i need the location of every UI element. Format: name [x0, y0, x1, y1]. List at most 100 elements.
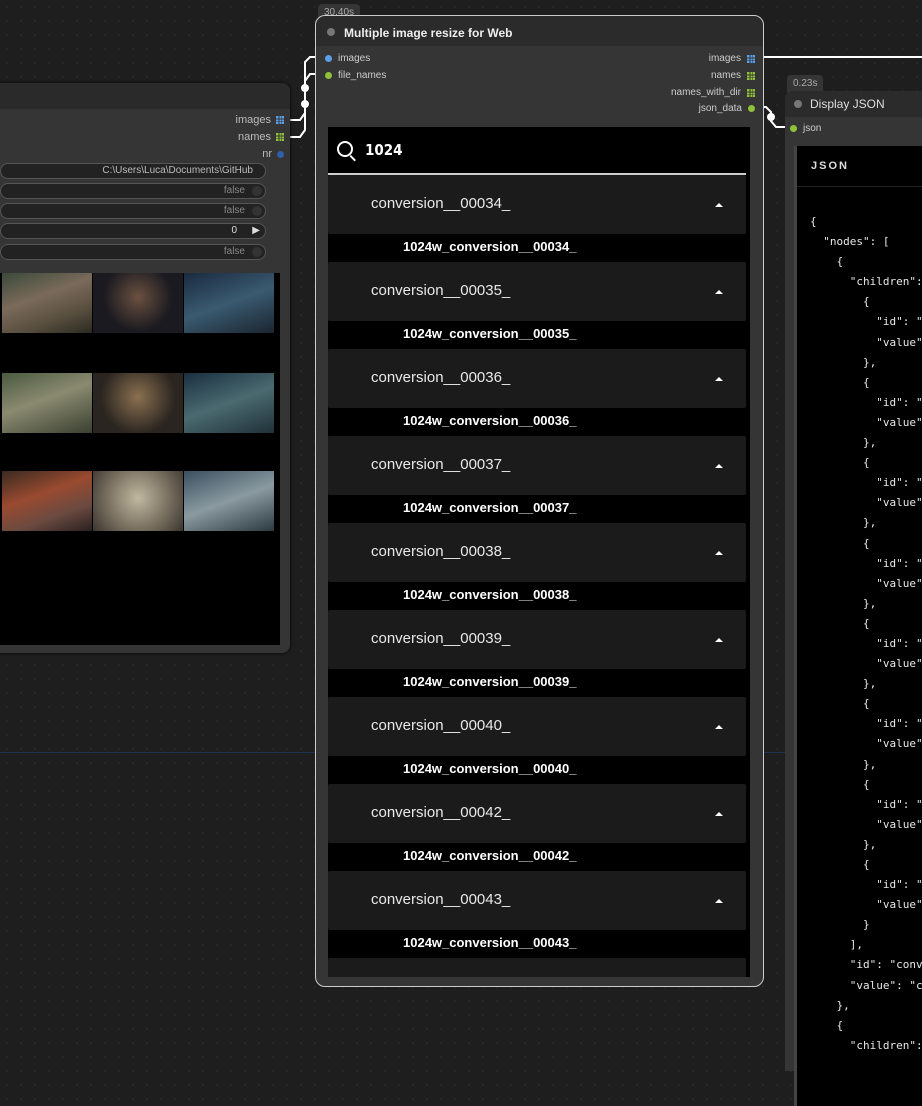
accordion-header[interactable]: conversion__00043_ [328, 871, 746, 930]
input-file-names[interactable]: file_names [325, 70, 386, 81]
json-code-line: "value" [810, 415, 922, 429]
json-code-line: "id": " [810, 878, 922, 892]
output-names[interactable]: names [238, 131, 284, 143]
slot-dot-icon[interactable] [748, 105, 755, 112]
output-names[interactable]: names [711, 70, 755, 81]
output-nr[interactable]: nr [262, 148, 284, 160]
chevron-up-icon[interactable] [715, 638, 723, 642]
accordion-header[interactable]: conversion__00039_ [328, 610, 746, 669]
child-item[interactable]: 1024w_conversion__00042_ [403, 848, 576, 863]
accordion-header[interactable] [328, 958, 746, 977]
node-titlebar[interactable] [0, 83, 290, 109]
node-status-icon[interactable] [794, 100, 802, 108]
child-item[interactable]: 1024w_conversion__00034_ [403, 239, 576, 254]
json-code-line: { [810, 697, 870, 711]
json-code-line: "id": " [810, 395, 922, 409]
child-item[interactable]: 1024w_conversion__00037_ [403, 500, 576, 515]
json-code-line: "id": " [810, 717, 922, 731]
grid-slot-icon[interactable] [747, 88, 755, 97]
input-images[interactable]: images [325, 53, 370, 64]
increment-arrow-icon[interactable]: ▶ [252, 225, 260, 236]
accordion-header[interactable]: conversion__00036_ [328, 349, 746, 408]
slot-dot-icon[interactable] [277, 150, 284, 158]
image-resize-node[interactable]: Multiple image resize for Web images fil… [315, 15, 764, 987]
slot-dot-icon[interactable] [325, 72, 332, 79]
node-status-icon[interactable] [327, 28, 335, 36]
grid-slot-icon[interactable] [747, 54, 755, 63]
output-images[interactable]: images [236, 114, 284, 126]
slot-dot-icon[interactable] [325, 55, 332, 62]
path-input[interactable]: C:\Users\Luca\Documents\GitHub [0, 163, 266, 179]
thumbnail-image[interactable] [2, 373, 92, 433]
json-code: { "nodes": [ { "children": { "id": " "va… [810, 212, 922, 1056]
chevron-up-icon[interactable] [715, 464, 723, 468]
chevron-up-icon[interactable] [715, 290, 723, 294]
chevron-up-icon[interactable] [715, 812, 723, 816]
search-input[interactable]: 1024 [365, 141, 403, 159]
toggle-2[interactable]: false [0, 203, 266, 219]
thumbnail-image[interactable] [93, 471, 183, 531]
grid-slot-icon[interactable] [747, 71, 755, 80]
slot-dot-icon[interactable] [790, 125, 797, 132]
grid-slot-icon[interactable] [276, 116, 284, 124]
child-item[interactable]: 1024w_conversion__00043_ [403, 935, 576, 950]
thumbnail-image[interactable] [184, 471, 274, 531]
thumbnail-image[interactable] [184, 273, 274, 333]
child-item[interactable]: 1024w_conversion__00035_ [403, 326, 576, 341]
image-loader-node[interactable]: images names nr C:\Users\Luca\Documents\… [0, 83, 290, 653]
accordion-header[interactable]: conversion__00034_ [328, 175, 746, 234]
accordion-header[interactable]: conversion__00042_ [328, 784, 746, 843]
output-images[interactable]: images [709, 53, 755, 64]
image-preview-gallery[interactable] [0, 273, 280, 645]
chevron-up-icon[interactable] [715, 203, 723, 207]
json-viewer[interactable]: JSON { "nodes": [ { "children": { "id": … [794, 146, 922, 1106]
toggle-3[interactable]: false [0, 244, 266, 260]
node-title: Multiple image resize for Web [344, 26, 513, 40]
input-json[interactable]: json [790, 123, 821, 134]
node-titlebar[interactable]: Display JSON [785, 91, 922, 117]
chevron-up-icon[interactable] [715, 377, 723, 381]
accordion-header[interactable]: conversion__00035_ [328, 262, 746, 321]
list-item-partial [328, 958, 746, 977]
child-item[interactable]: 1024w_conversion__00039_ [403, 674, 576, 689]
display-json-node[interactable]: Display JSON json JSON { "nodes": [ { "c… [785, 91, 922, 1106]
json-code-line: "value": "c [810, 978, 922, 992]
child-item[interactable]: 1024w_conversion__00040_ [403, 761, 576, 776]
json-code-line: "id": " [810, 556, 922, 570]
search-icon[interactable] [337, 141, 353, 157]
json-code-line: { [810, 858, 870, 871]
search-bar[interactable]: 1024 [328, 127, 746, 175]
child-item[interactable]: 1024w_conversion__00038_ [403, 587, 576, 602]
list-item: conversion__00043_ 1024w_conversion__000… [328, 871, 746, 958]
json-code-line: }, [810, 596, 877, 610]
chevron-up-icon[interactable] [715, 725, 723, 729]
json-code-line: { [810, 536, 870, 550]
thumbnail-image[interactable] [93, 273, 183, 333]
thumbnail-image[interactable] [93, 373, 183, 433]
toggle-1[interactable]: false [0, 183, 266, 199]
result-list: conversion__00034_ 1024w_conversion__000… [328, 175, 746, 977]
json-code-line: "id": " [810, 476, 922, 490]
thumbnail-image[interactable] [2, 471, 92, 531]
thumbnail-image[interactable] [184, 373, 274, 433]
json-header: JSON [811, 160, 849, 172]
thumbnail-image[interactable] [2, 273, 92, 333]
list-item: conversion__00039_ 1024w_conversion__000… [328, 610, 746, 697]
child-item[interactable]: 1024w_conversion__00036_ [403, 413, 576, 428]
output-names-with-dir[interactable]: names_with_dir [671, 87, 755, 98]
list-item: conversion__00042_ 1024w_conversion__000… [328, 784, 746, 871]
chevron-up-icon[interactable] [715, 899, 723, 903]
accordion-header[interactable]: conversion__00038_ [328, 523, 746, 582]
output-json-data[interactable]: json_data [699, 103, 755, 114]
list-item: conversion__00037_ 1024w_conversion__000… [328, 436, 746, 523]
json-code-line: { [810, 375, 870, 389]
number-input[interactable]: 0 ▶ [0, 223, 266, 239]
grid-slot-icon[interactable] [276, 133, 284, 141]
json-code-line: { [810, 215, 817, 228]
accordion-header[interactable]: conversion__00040_ [328, 697, 746, 756]
node-titlebar[interactable]: Multiple image resize for Web [316, 16, 763, 46]
list-item: conversion__00036_ 1024w_conversion__000… [328, 349, 746, 436]
accordion-header[interactable]: conversion__00037_ [328, 436, 746, 495]
json-tree-panel[interactable]: 1024 conversion__00034_ 1024w_conversion… [328, 127, 750, 977]
chevron-up-icon[interactable] [715, 551, 723, 555]
